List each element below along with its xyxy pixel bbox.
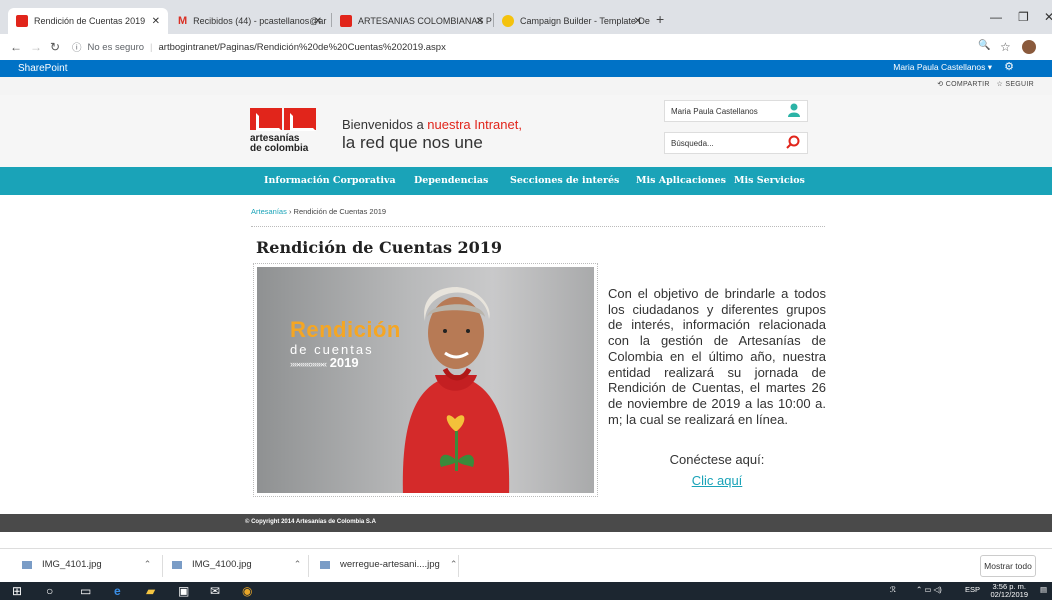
breadcrumb-current: Rendición de Cuentas 2019: [293, 207, 387, 216]
browser-tab[interactable]: Rendición de Cuentas 2019 ✕: [8, 8, 168, 34]
close-icon[interactable]: ✕: [634, 16, 642, 27]
new-tab-button[interactable]: +: [656, 11, 664, 27]
tab-title: Campaign Builder - Template De: [520, 16, 650, 26]
banner-image: Rendición de cuentas »»«««»»»« 2019: [257, 267, 594, 493]
search-icon[interactable]: ○: [46, 584, 53, 598]
gmail-icon: M: [178, 15, 188, 27]
chevron-up-icon[interactable]: ⌃: [144, 559, 152, 570]
share-icon: ⟲: [937, 81, 944, 88]
browser-tab[interactable]: M Recibidos (44) - pcastellanos@ar ✕: [170, 8, 330, 34]
nav-secciones-de-interes[interactable]: Secciones de interés: [510, 175, 619, 186]
download-filename: IMG_4101.jpg: [42, 559, 102, 570]
maximize-button[interactable]: ❐: [1018, 10, 1029, 24]
reload-icon[interactable]: ↻: [50, 40, 60, 54]
breadcrumb-root[interactable]: Artesanías: [251, 207, 287, 216]
notifications-icon[interactable]: ▤: [1040, 585, 1047, 594]
profile-avatar-icon[interactable]: [1022, 40, 1036, 54]
divider: [251, 226, 825, 227]
gear-icon[interactable]: ⚙: [1004, 60, 1014, 73]
url-text: artbogintranet/Paginas/Rendición%20de%20…: [158, 41, 446, 53]
search-icon[interactable]: [786, 135, 800, 149]
chevron-up-icon[interactable]: ⌃: [450, 559, 458, 570]
zoom-icon[interactable]: 🔍: [978, 40, 990, 51]
clock[interactable]: 3:56 p. m. 02/12/2019: [990, 583, 1028, 599]
artesanias-logo[interactable]: artesanías de colombia: [250, 108, 318, 158]
share-follow-bar: ⟲ COMPARTIR ☆ SEGUIR: [937, 80, 1034, 88]
artisan-photo: [402, 287, 510, 493]
tagline: la red que nos une: [342, 133, 483, 152]
breadcrumb: Artesanías › Rendición de Cuentas 2019: [251, 207, 387, 216]
banner-year: »»«««»»»« 2019: [290, 355, 359, 370]
user-menu[interactable]: Maria Paula Castellanos ▾: [893, 62, 992, 73]
tab-title: ARTESANIAS COLOMBIANAS PL: [358, 16, 492, 26]
browser-tab-strip: Rendición de Cuentas 2019 ✕ M Recibidos …: [0, 0, 1052, 34]
image-file-icon: [22, 560, 32, 569]
nav-dependencias[interactable]: Dependencias: [414, 175, 488, 186]
windows-start-icon[interactable]: ⊞: [12, 584, 22, 598]
connect-label: Conéctese aquí:: [669, 452, 765, 467]
banner-image-frame: Rendición de cuentas »»«««»»»« 2019: [253, 263, 598, 497]
browser-tab[interactable]: ARTESANIAS COLOMBIANAS PL ✕: [332, 8, 492, 34]
image-file-icon: [172, 560, 182, 569]
address-bar: ← → ↻ ⓘ No es seguro | artbogintranet/Pa…: [0, 34, 1052, 60]
site-footer: © Copyright 2014 Artesanías de Colombia …: [0, 514, 1052, 532]
tab-title: Rendición de Cuentas 2019: [34, 16, 146, 26]
mail-icon[interactable]: ✉: [210, 584, 220, 598]
close-window-button[interactable]: ✕: [1044, 10, 1052, 24]
download-filename: IMG_4100.jpg: [192, 559, 252, 570]
user-name-box: Maria Paula Castellanos: [664, 100, 808, 122]
file-explorer-icon[interactable]: ▰: [146, 584, 155, 598]
people-icon[interactable]: ℛ: [890, 585, 896, 594]
back-icon[interactable]: ←: [10, 40, 22, 54]
task-view-icon[interactable]: ▭: [80, 584, 91, 598]
downloads-bar: IMG_4101.jpg ⌃ IMG_4100.jpg ⌃ werregue-a…: [0, 548, 1052, 582]
minimize-button[interactable]: —: [990, 10, 1002, 24]
show-all-button[interactable]: Mostrar todo: [980, 555, 1036, 577]
edge-icon[interactable]: e: [114, 584, 121, 598]
not-secure-label: No es seguro: [87, 41, 145, 53]
download-item[interactable]: IMG_4101.jpg ⌃: [22, 559, 151, 570]
favicon-icon: [16, 15, 28, 27]
close-icon[interactable]: ✕: [152, 16, 160, 27]
site-header: artesanías de colombia Bienvenidos a nue…: [0, 95, 1052, 167]
browser-tab[interactable]: Campaign Builder - Template De ✕: [494, 8, 650, 34]
nav-informacion-corporativa[interactable]: Información Corporativa: [264, 175, 396, 186]
sharepoint-subbar: [0, 77, 1052, 95]
star-icon: ☆: [996, 81, 1004, 88]
download-item[interactable]: IMG_4100.jpg ⌃: [172, 559, 301, 570]
tray-icons[interactable]: ⌃ ▭ ◁): [916, 585, 942, 594]
nav-mis-aplicaciones[interactable]: Mis Aplicaciones: [636, 175, 726, 186]
follow-button[interactable]: SEGUIR: [1005, 81, 1034, 88]
close-icon[interactable]: ✕: [476, 16, 484, 27]
star-icon[interactable]: ☆: [1000, 40, 1011, 54]
language-indicator[interactable]: ESP: [965, 585, 980, 594]
chevron-up-icon[interactable]: ⌃: [294, 559, 302, 570]
page-title: Rendición de Cuentas 2019: [256, 238, 503, 257]
download-item[interactable]: werregue-artesani....jpg ⌃: [320, 559, 457, 570]
connect-link[interactable]: Clic aquí: [608, 473, 826, 488]
tab-title: Recibidos (44) - pcastellanos@ar: [193, 16, 327, 26]
main-nav: Información Corporativa Dependencias Sec…: [0, 167, 1052, 195]
image-file-icon: [320, 560, 330, 569]
logo-line2: de colombia: [250, 143, 309, 154]
youtube-icon: [340, 15, 352, 27]
campaign-icon: [502, 15, 514, 27]
store-icon[interactable]: ▣: [178, 584, 189, 598]
info-icon: ⓘ: [72, 43, 82, 54]
chrome-icon[interactable]: ◉: [242, 584, 252, 598]
user-icon[interactable]: [788, 103, 800, 117]
download-filename: werregue-artesani....jpg: [340, 559, 440, 570]
welcome-text: Bienvenidos a nuestra Intranet,: [342, 117, 522, 132]
close-icon[interactable]: ✕: [314, 16, 322, 27]
forward-icon[interactable]: →: [30, 40, 42, 54]
taskbar: ⊞ ○ ▭ e ▰ ▣ ✉ ◉ ℛ ⌃ ▭ ◁) ESP 3:56 p. m. …: [0, 582, 1052, 600]
nav-mis-servicios[interactable]: Mis Servicios: [734, 175, 805, 186]
announcement-text: Con el objetivo de brindarle a todos los…: [608, 286, 826, 427]
url-field[interactable]: ⓘ No es seguro | artbogintranet/Paginas/…: [72, 37, 942, 57]
sharepoint-bar: SharePoint Maria Paula Castellanos ▾ ⚙: [0, 60, 1052, 77]
share-button[interactable]: COMPARTIR: [946, 81, 990, 88]
sharepoint-link[interactable]: SharePoint: [18, 63, 67, 74]
